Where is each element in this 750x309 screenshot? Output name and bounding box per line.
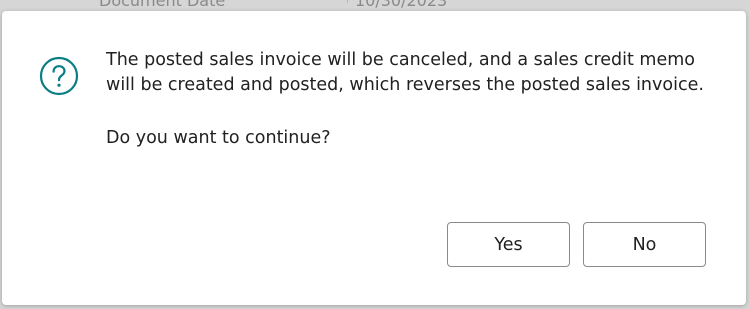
confirm-dialog: The posted sales invoice will be cancele…: [2, 11, 746, 305]
background-field-label: Document Date: [99, 0, 226, 10]
dialog-message-text: The posted sales invoice will be cancele…: [106, 50, 704, 95]
question-circle-icon: [39, 56, 79, 96]
background-field-divider: [347, 0, 348, 3]
dialog-message: The posted sales invoice will be cancele…: [106, 48, 706, 151]
no-button[interactable]: No: [583, 222, 706, 267]
background-field-value: 10/30/2023: [355, 0, 448, 10]
background-field-row: Document Date 10/30/2023: [0, 0, 750, 11]
yes-button[interactable]: Yes: [447, 222, 570, 267]
dialog-question-text: Do you want to continue?: [106, 128, 331, 148]
